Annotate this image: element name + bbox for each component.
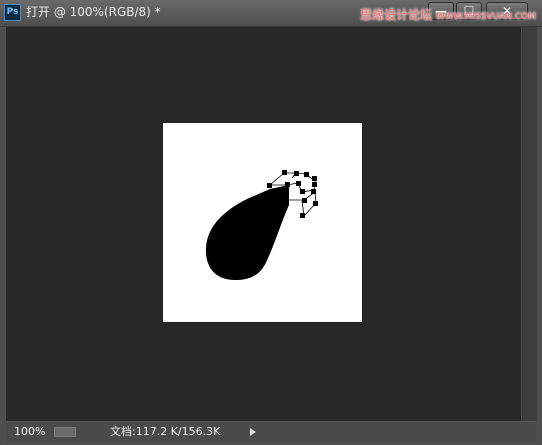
anchor-point[interactable] xyxy=(302,198,307,203)
document-window: Ps 打开 @ 100%(RGB/8) * — ☐ ✕ 思缘设计论坛 WWW.M… xyxy=(0,0,542,445)
canvas-workspace[interactable] xyxy=(6,27,521,421)
title-bar[interactable]: Ps 打开 @ 100%(RGB/8) * — ☐ ✕ 思缘设计论坛 WWW.M… xyxy=(0,0,542,27)
anchor-point[interactable] xyxy=(300,189,305,194)
document-profile-icon[interactable] xyxy=(54,427,76,437)
anchor-point[interactable] xyxy=(294,171,299,176)
anchor-point[interactable] xyxy=(267,183,272,188)
canvas-artwork xyxy=(205,170,318,280)
document-size-info: 文档:117.2 K/156.3K xyxy=(110,425,221,438)
status-menu-arrow-icon[interactable] xyxy=(250,428,256,436)
watermark: 思缘设计论坛 WWW.MISSVUAN.COM xyxy=(360,6,536,23)
anchor-point[interactable] xyxy=(285,182,290,187)
anchor-point[interactable] xyxy=(296,181,301,186)
anchor-point[interactable] xyxy=(300,213,305,218)
anchor-point[interactable] xyxy=(304,172,309,177)
black-shape xyxy=(205,185,289,280)
anchor-point[interactable] xyxy=(312,176,317,181)
watermark-site: WWW.MISSVUAN.COM xyxy=(436,12,536,22)
vertical-scrollbar[interactable] xyxy=(522,27,537,421)
anchor-point[interactable] xyxy=(312,182,317,187)
watermark-forum: 思缘设计论坛 xyxy=(360,8,433,22)
anchor-point[interactable] xyxy=(313,201,318,206)
status-bar: 100% 文档:117.2 K/156.3K xyxy=(6,421,536,442)
anchor-point[interactable] xyxy=(282,170,287,175)
document-title: 打开 @ 100%(RGB/8) * xyxy=(26,5,161,19)
zoom-level[interactable]: 100% xyxy=(14,425,45,439)
anchor-point[interactable] xyxy=(284,198,289,203)
document-canvas[interactable] xyxy=(163,123,362,322)
photoshop-logo-icon: Ps xyxy=(4,4,21,21)
anchor-point[interactable] xyxy=(311,189,316,194)
